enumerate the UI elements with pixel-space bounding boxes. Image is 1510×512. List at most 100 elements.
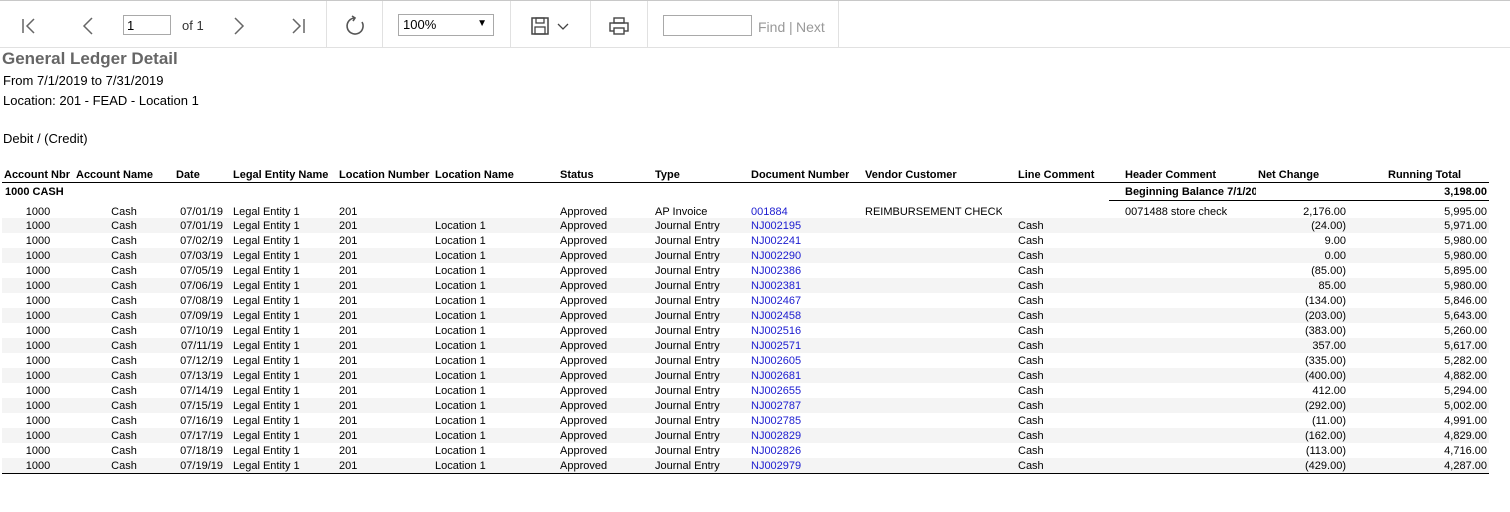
date-cell: 07/06/19 — [174, 278, 225, 293]
document-number-link[interactable]: NJ002826 — [735, 443, 849, 458]
table-row: 1000 Cash 07/08/19 Legal Entity 1 201 Locatio… — [2, 293, 1489, 308]
vendor-customer-cell — [849, 233, 1002, 248]
net-change-cell: (11.00) — [1311, 414, 1346, 427]
net-change-cell: (383.00) — [1305, 324, 1346, 337]
table-row: 1000 Cash 07/02/19 Legal Entity 1 201 Locatio… — [2, 233, 1489, 248]
account-name-cell: Cash — [111, 234, 137, 247]
document-number-link[interactable]: NJ002605 — [735, 353, 849, 368]
type-cell: AP Invoice — [655, 205, 708, 218]
legal-entity-cell: Legal Entity 1 — [225, 398, 337, 413]
net-change-cell: 9.00 — [1324, 234, 1346, 247]
find-input[interactable] — [663, 15, 752, 36]
location-number-cell: 201 — [339, 264, 358, 277]
line-comment-cell: Cash — [1002, 428, 1109, 443]
document-number-link[interactable]: NJ002785 — [735, 413, 849, 428]
account-name-cell: Cash — [111, 414, 137, 427]
vendor-customer-cell — [849, 308, 1002, 323]
legal-entity-cell: Legal Entity 1 — [233, 205, 300, 218]
header-comment-cell — [1109, 248, 1256, 263]
net-change-cell: 85.00 — [1256, 278, 1386, 293]
zoom-select[interactable]: 100% ▼ — [398, 14, 494, 36]
toolbar-divider — [326, 1, 327, 48]
running-total-cell: 5,002.00 — [1386, 398, 1489, 413]
header-comment-cell — [1109, 293, 1256, 308]
account-nbr-cell: 1000 — [25, 294, 51, 307]
location-number-cell: 201 — [339, 234, 358, 247]
location-name-cell: Location 1 — [435, 414, 486, 427]
vendor-customer-cell — [849, 263, 1002, 278]
legal-entity-cell: Legal Entity 1 — [233, 414, 300, 427]
debit-credit-note: Debit / (Credit) — [3, 131, 88, 146]
legal-entity-cell: Legal Entity 1 — [225, 218, 337, 233]
location-number-cell: 201 — [339, 444, 358, 457]
print-icon[interactable] — [608, 15, 630, 37]
document-number-link[interactable]: NJ002381 — [735, 278, 849, 293]
column-header: Location Number — [337, 167, 433, 183]
document-number-link[interactable]: 001884 — [735, 201, 849, 219]
report-date-range: From 7/1/2019 to 7/31/2019 — [3, 73, 164, 88]
date-cell: 07/16/19 — [180, 414, 223, 427]
header-comment-cell — [1109, 233, 1256, 248]
line-comment-cell: Cash — [1002, 308, 1109, 323]
document-number-link[interactable]: NJ002458 — [735, 308, 849, 323]
account-nbr-cell: 1000 — [2, 218, 74, 233]
account-nbr-cell: 1000 — [25, 444, 51, 457]
location-number-cell: 201 — [339, 354, 358, 367]
document-number-link[interactable]: NJ002386 — [735, 263, 849, 278]
table-row: 1000 Cash 07/01/19 Legal Entity 1 201 Locatio… — [2, 218, 1489, 233]
location-name-cell: Location 1 — [435, 444, 486, 457]
ledger-table: Account Nbr Account Name Date Legal Enti… — [2, 167, 1489, 474]
find-link[interactable]: Find — [758, 19, 785, 35]
report-location: Location: 201 - FEAD - Location 1 — [3, 93, 199, 108]
account-nbr-cell: 1000 — [25, 264, 51, 277]
table-row: 1000 Cash 07/16/19 Legal Entity 1 201 Locatio… — [2, 413, 1489, 428]
type-cell: Journal Entry — [639, 308, 735, 323]
account-group-row: 1000 CASH Beginning Balance 7/1/2019 3,1… — [2, 183, 1489, 201]
save-icon[interactable] — [530, 15, 552, 37]
document-number-link[interactable]: NJ002571 — [735, 338, 849, 353]
account-name-cell: Cash — [111, 205, 137, 218]
next-page-icon[interactable] — [228, 15, 250, 37]
page-number-input[interactable] — [123, 15, 171, 35]
location-number-cell: 201 — [337, 368, 433, 383]
ledger-body: 1000 CASH Beginning Balance 7/1/2019 3,1… — [2, 183, 1489, 474]
previous-page-icon[interactable] — [77, 15, 99, 37]
last-page-icon[interactable] — [287, 15, 309, 37]
net-change-cell: (113.00) — [1305, 444, 1346, 457]
account-name-cell: Cash — [111, 264, 137, 277]
running-total-cell: 5,282.00 — [1444, 354, 1487, 367]
running-total-cell: 4,287.00 — [1386, 458, 1489, 474]
document-number-link[interactable]: NJ002829 — [735, 428, 849, 443]
status-cell: Approved — [544, 278, 639, 293]
account-nbr-cell: 1000 — [2, 308, 74, 323]
location-number-cell: 201 — [339, 294, 358, 307]
chevron-down-icon[interactable] — [556, 19, 578, 41]
document-number-link[interactable]: NJ002979 — [735, 458, 849, 474]
account-nbr-cell: 1000 — [2, 248, 74, 263]
type-cell: Journal Entry — [639, 278, 735, 293]
legal-entity-cell: Legal Entity 1 — [225, 338, 337, 353]
refresh-icon[interactable] — [344, 15, 366, 37]
net-change-cell: 2,176.00 — [1256, 200, 1386, 218]
document-number-link[interactable]: NJ002467 — [735, 293, 849, 308]
running-total-cell: 5,846.00 — [1444, 294, 1487, 307]
location-number-cell: 201 — [339, 205, 358, 218]
legal-entity-cell: Legal Entity 1 — [233, 384, 300, 397]
toolbar-divider — [382, 1, 383, 48]
document-number-link[interactable]: NJ002516 — [735, 323, 849, 338]
document-number-link[interactable]: NJ002681 — [735, 368, 849, 383]
location-number-cell: 201 — [337, 458, 433, 474]
document-number-link[interactable]: NJ002241 — [735, 233, 849, 248]
type-cell: Journal Entry — [655, 324, 720, 337]
next-link[interactable]: Next — [796, 19, 825, 35]
document-number-link[interactable]: NJ002655 — [735, 383, 849, 398]
first-page-icon[interactable] — [18, 15, 40, 37]
document-number-link[interactable]: NJ002195 — [735, 218, 849, 233]
document-number-link[interactable]: NJ002787 — [735, 398, 849, 413]
net-change-cell: (400.00) — [1256, 368, 1386, 383]
location-name-cell: Location 1 — [435, 294, 486, 307]
legal-entity-cell: Legal Entity 1 — [225, 248, 337, 263]
account-nbr-cell: 1000 — [2, 278, 74, 293]
document-number-link[interactable]: NJ002290 — [735, 248, 849, 263]
net-change-cell: (162.00) — [1256, 428, 1386, 443]
